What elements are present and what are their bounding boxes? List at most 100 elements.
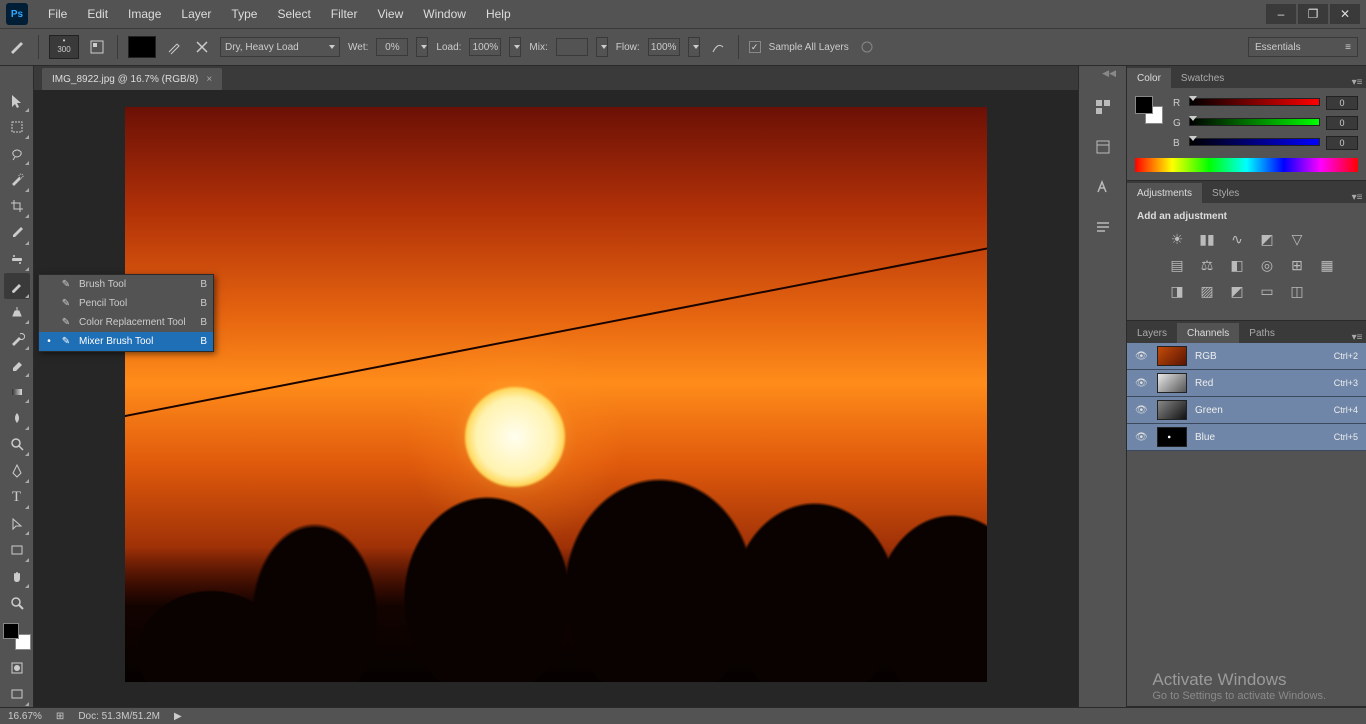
menu-image[interactable]: Image xyxy=(118,3,171,25)
spectrum-ramp[interactable] xyxy=(1135,158,1358,172)
tab-adjustments[interactable]: Adjustments xyxy=(1127,183,1202,203)
wet-mode-dropdown[interactable]: Dry, Heavy Load xyxy=(220,37,340,57)
b-value[interactable]: 0 xyxy=(1326,136,1358,150)
sample-all-checkbox[interactable]: ✓ xyxy=(749,41,761,53)
r-value[interactable]: 0 xyxy=(1326,96,1358,110)
selective-color-icon[interactable]: ◫ xyxy=(1287,282,1307,300)
history-panel-icon[interactable] xyxy=(1092,96,1114,118)
close-button[interactable]: ✕ xyxy=(1330,4,1360,24)
tab-channels[interactable]: Channels xyxy=(1177,323,1239,343)
status-icon[interactable]: ⊞ xyxy=(56,711,64,722)
close-tab-icon[interactable]: × xyxy=(206,74,212,85)
invert-icon[interactable]: ◨ xyxy=(1167,282,1187,300)
lasso-tool[interactable] xyxy=(4,141,30,166)
properties-panel-icon[interactable] xyxy=(1092,136,1114,158)
visibility-icon[interactable]: 👁 xyxy=(1135,378,1149,389)
menu-view[interactable]: View xyxy=(367,3,413,25)
gradient-tool[interactable] xyxy=(4,379,30,404)
flyout-item[interactable]: ✎Brush ToolB xyxy=(39,275,213,294)
channel-row[interactable]: 👁RedCtrl+3 xyxy=(1127,370,1366,397)
workspace-switcher[interactable]: Essentials≡ xyxy=(1248,37,1358,57)
load-input[interactable]: 100% xyxy=(469,38,501,56)
move-tool[interactable] xyxy=(4,88,30,113)
character-panel-icon[interactable] xyxy=(1092,176,1114,198)
hand-tool[interactable] xyxy=(4,564,30,589)
g-slider[interactable] xyxy=(1189,118,1320,128)
zoom-level[interactable]: 16.67% xyxy=(8,711,42,722)
brush-size-picker[interactable]: •300 xyxy=(49,35,79,59)
canvas-viewport[interactable] xyxy=(34,90,1078,707)
load-stepper[interactable] xyxy=(509,37,521,57)
clean-brush-icon[interactable] xyxy=(192,37,212,57)
airbrush-icon[interactable] xyxy=(708,37,728,57)
crop-tool[interactable] xyxy=(4,194,30,219)
history-brush-tool[interactable] xyxy=(4,326,30,351)
shape-tool[interactable] xyxy=(4,537,30,562)
channel-row[interactable]: 👁BlueCtrl+5 xyxy=(1127,424,1366,451)
menu-window[interactable]: Window xyxy=(413,3,476,25)
lut-icon[interactable]: ▦ xyxy=(1317,256,1337,274)
flyout-item[interactable]: ✎Color Replacement ToolB xyxy=(39,313,213,332)
b-slider[interactable] xyxy=(1189,138,1320,148)
eyedropper-tool[interactable] xyxy=(4,220,30,245)
menu-type[interactable]: Type xyxy=(221,3,267,25)
screen-mode-toggle[interactable] xyxy=(4,682,30,707)
channel-row[interactable]: 👁RGBCtrl+2 xyxy=(1127,343,1366,370)
g-value[interactable]: 0 xyxy=(1326,116,1358,130)
curves-icon[interactable]: ∿ xyxy=(1227,230,1247,248)
visibility-icon[interactable]: 👁 xyxy=(1135,405,1149,416)
hue-sat-icon[interactable]: ▤ xyxy=(1167,256,1187,274)
photo-filter-icon[interactable]: ◎ xyxy=(1257,256,1277,274)
channel-mixer-icon[interactable]: ⊞ xyxy=(1287,256,1307,274)
tab-swatches[interactable]: Swatches xyxy=(1171,68,1234,88)
tab-color[interactable]: Color xyxy=(1127,68,1171,88)
threshold-icon[interactable]: ◩ xyxy=(1227,282,1247,300)
mix-stepper[interactable] xyxy=(596,37,608,57)
menu-edit[interactable]: Edit xyxy=(77,3,118,25)
color-swatch[interactable] xyxy=(1135,96,1163,124)
flow-input[interactable]: 100% xyxy=(648,38,680,56)
menu-filter[interactable]: Filter xyxy=(321,3,368,25)
wet-stepper[interactable] xyxy=(416,37,428,57)
path-select-tool[interactable] xyxy=(4,511,30,536)
brush-tool[interactable] xyxy=(4,273,30,298)
menu-select[interactable]: Select xyxy=(267,3,320,25)
healing-brush-tool[interactable] xyxy=(4,247,30,272)
document-tab[interactable]: IMG_8922.jpg @ 16.7% (RGB/8) × xyxy=(42,68,222,90)
brightness-icon[interactable]: ☀ xyxy=(1167,230,1187,248)
visibility-icon[interactable]: 👁 xyxy=(1135,351,1149,362)
bw-icon[interactable]: ◧ xyxy=(1227,256,1247,274)
maximize-button[interactable]: ❐ xyxy=(1298,4,1328,24)
minimize-button[interactable]: – xyxy=(1266,4,1296,24)
panel-menu-icon[interactable]: ▾≡ xyxy=(1348,77,1366,88)
pen-tool[interactable] xyxy=(4,458,30,483)
clone-stamp-tool[interactable] xyxy=(4,300,30,325)
wet-input[interactable]: 0% xyxy=(376,38,408,56)
exposure-icon[interactable]: ◩ xyxy=(1257,230,1277,248)
current-color-swatch[interactable] xyxy=(128,36,156,58)
tab-paths[interactable]: Paths xyxy=(1239,323,1285,343)
paragraph-panel-icon[interactable] xyxy=(1092,216,1114,238)
menu-file[interactable]: File xyxy=(38,3,77,25)
blur-tool[interactable] xyxy=(4,405,30,430)
vibrance-icon[interactable]: ▽ xyxy=(1287,230,1307,248)
tool-preset-icon[interactable] xyxy=(8,37,28,57)
quick-mask-toggle[interactable] xyxy=(4,655,30,680)
foreground-background-colors[interactable] xyxy=(3,623,31,650)
canvas[interactable] xyxy=(125,107,987,682)
dodge-tool[interactable] xyxy=(4,432,30,457)
visibility-icon[interactable]: 👁 xyxy=(1135,432,1149,443)
flyout-item[interactable]: ✎Pencil ToolB xyxy=(39,294,213,313)
tablet-pressure-icon[interactable] xyxy=(857,37,877,57)
brush-panel-toggle-icon[interactable] xyxy=(87,37,107,57)
r-slider[interactable] xyxy=(1189,98,1320,108)
menu-help[interactable]: Help xyxy=(476,3,521,25)
posterize-icon[interactable]: ▨ xyxy=(1197,282,1217,300)
eraser-tool[interactable] xyxy=(4,352,30,377)
flyout-item[interactable]: •✎Mixer Brush ToolB xyxy=(39,332,213,351)
gradient-map-icon[interactable]: ▭ xyxy=(1257,282,1277,300)
load-brush-icon[interactable] xyxy=(164,37,184,57)
zoom-tool[interactable] xyxy=(4,590,30,615)
panel-menu-icon[interactable]: ▾≡ xyxy=(1348,192,1366,203)
tab-styles[interactable]: Styles xyxy=(1202,183,1249,203)
